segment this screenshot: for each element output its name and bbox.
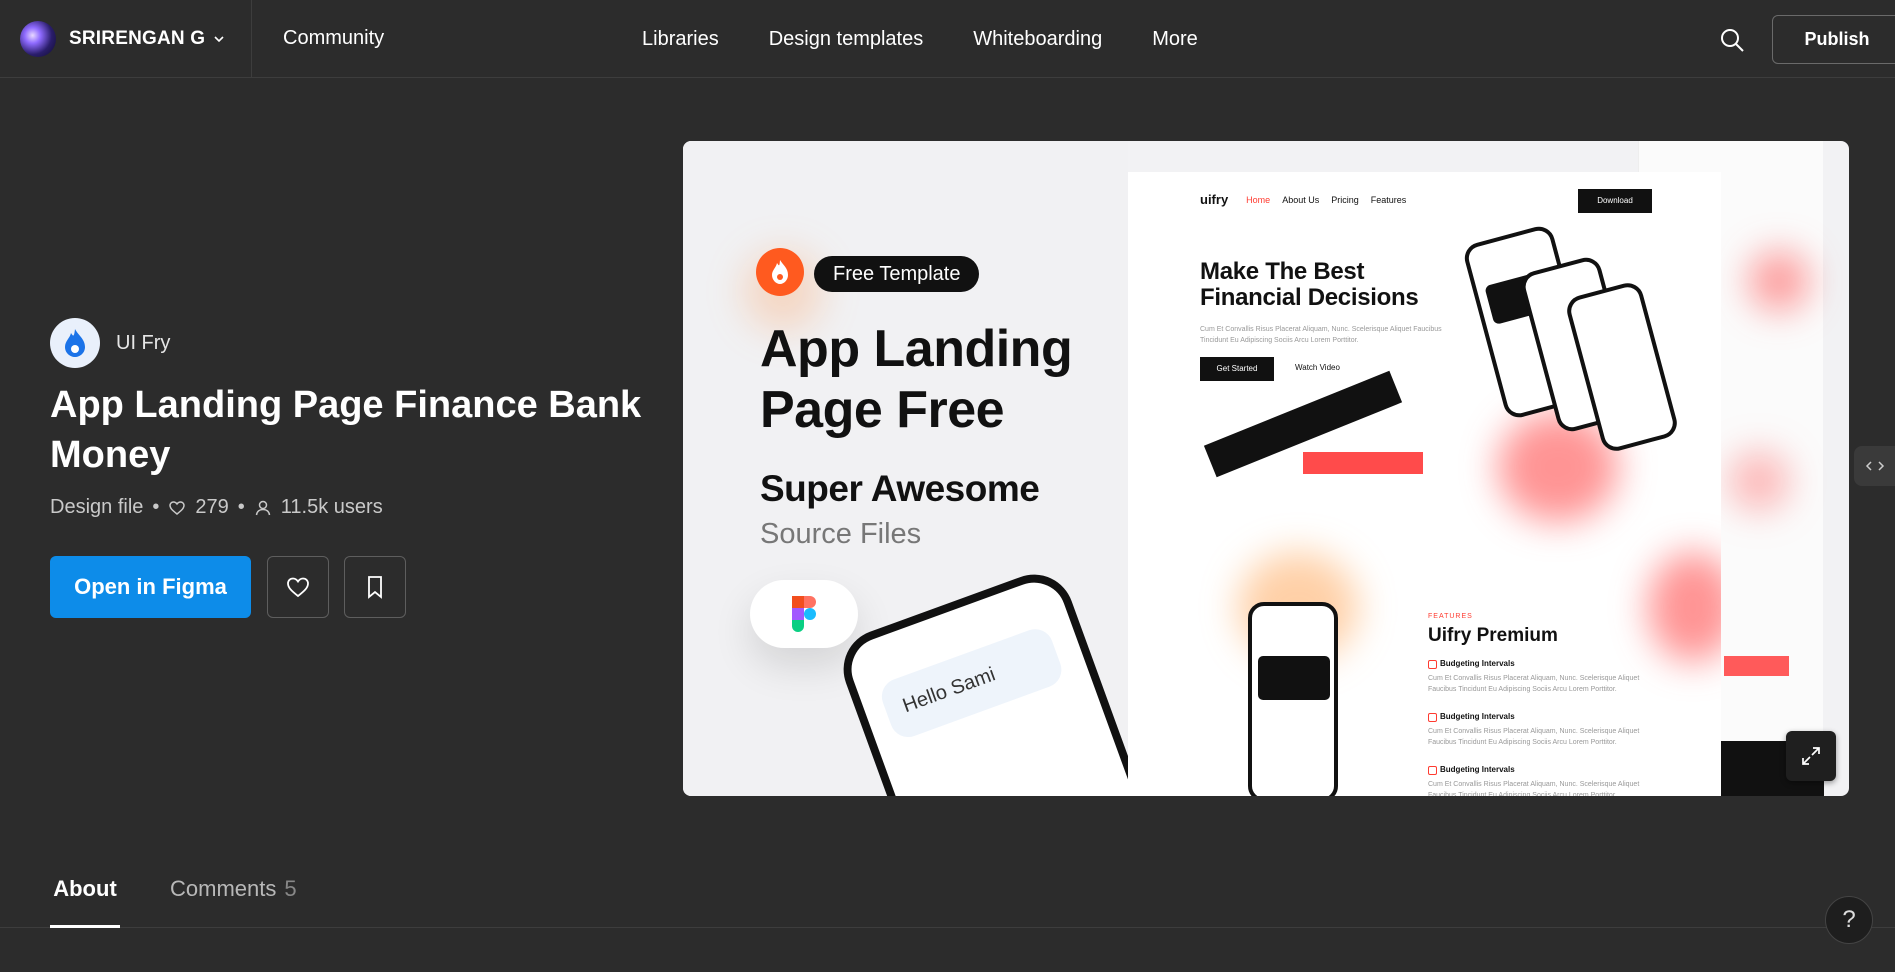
nav-libraries-link[interactable]: Libraries — [642, 28, 719, 51]
users-count: 11.5k users — [280, 496, 383, 518]
feature-item: Budgeting Intervals Cum Et Convallis Ris… — [1428, 712, 1668, 748]
author-logo — [50, 318, 100, 368]
top-nav: SRIRENGAN G Community Libraries Design t… — [0, 0, 1895, 78]
site-logo: uifry — [1200, 192, 1229, 207]
expand-preview-button[interactable] — [1786, 731, 1836, 781]
tab-comments-label: Comments — [170, 876, 277, 901]
flame-icon — [756, 248, 804, 296]
help-button[interactable]: ? — [1825, 896, 1873, 944]
tab-about[interactable]: About — [50, 876, 120, 928]
file-preview[interactable]: Free Template App Landing Page Free Supe… — [683, 141, 1849, 796]
features-title: Uifry Premium — [1428, 625, 1558, 646]
decor-glow — [1749, 251, 1809, 311]
site-hero-title: Make The Best Financial Decisions — [1200, 258, 1419, 311]
account-name: SRIRENGAN G — [69, 27, 206, 49]
free-template-badge: Free Template — [814, 256, 980, 292]
site-hero-text: Cum Et Convallis Risus Placerat Aliquam,… — [1200, 326, 1442, 344]
feature-item: Budgeting Intervals Cum Et Convallis Ris… — [1428, 765, 1668, 796]
feature-desc: Cum Et Convallis Risus Placerat Aliquam,… — [1428, 781, 1640, 796]
flame-icon — [65, 329, 85, 357]
feature-desc: Cum Et Convallis Risus Placerat Aliquam,… — [1428, 728, 1640, 746]
feature-title: Budgeting Intervals — [1428, 659, 1668, 669]
file-type: Design file — [50, 496, 144, 518]
file-title: App Landing Page Finance Bank Money — [50, 384, 642, 476]
decor-glow — [1729, 451, 1789, 511]
nav-links: Libraries Design templates Whiteboarding… — [642, 0, 1248, 78]
feature-item: Budgeting Intervals Cum Et Convallis Ris… — [1428, 659, 1668, 695]
cover-subtext: Source Files — [760, 518, 922, 550]
nav-more-link[interactable]: More — [1152, 28, 1198, 51]
site-nav-about: About Us — [1282, 194, 1320, 205]
decor-ribbon — [1303, 452, 1423, 474]
preview-landing-page: uifry Home About Us Pricing Features Dow… — [1128, 172, 1721, 796]
phone-mockup: Hello Sami — [832, 563, 1154, 796]
features-tag: FEATURES — [1428, 613, 1473, 620]
meta-separator: • — [152, 496, 160, 518]
site-download-button: Download — [1578, 189, 1652, 213]
site-nav-features: Features — [1370, 194, 1407, 205]
heart-icon — [169, 500, 186, 515]
publish-button[interactable]: Publish — [1772, 15, 1895, 64]
code-icon — [1865, 461, 1884, 471]
meta-separator: • — [237, 496, 245, 518]
cover-headline: App Landing Page Free — [760, 320, 1073, 439]
author-info[interactable]: UI Fry — [50, 318, 170, 368]
bookmark-icon — [368, 576, 382, 599]
preview-cover: Free Template App Landing Page Free Supe… — [683, 141, 1154, 796]
user-icon — [255, 500, 271, 515]
tab-comments[interactable]: Comments 5 — [170, 876, 297, 928]
site-watch-video: Watch Video — [1295, 363, 1340, 372]
expand-icon — [1802, 747, 1820, 765]
hello-text: Hello Sami — [899, 663, 999, 718]
site-get-started: Get Started — [1200, 357, 1274, 381]
nav-whiteboarding-link[interactable]: Whiteboarding — [973, 28, 1102, 51]
heart-icon — [287, 577, 309, 598]
phone-mockup — [1248, 602, 1338, 796]
nav-design-templates-link[interactable]: Design templates — [769, 28, 924, 51]
author-name: UI Fry — [116, 331, 171, 354]
bookmark-button[interactable] — [344, 556, 406, 618]
hello-card: Hello Sami — [876, 624, 1067, 743]
decor-block — [1724, 656, 1789, 676]
file-meta: Design file • 279 • 11.5k users — [50, 496, 383, 519]
feature-desc: Cum Et Convallis Risus Placerat Aliquam,… — [1428, 675, 1640, 693]
search-icon[interactable] — [1718, 26, 1746, 54]
comments-count: 5 — [284, 876, 297, 901]
account-avatar — [20, 20, 56, 57]
chevron-down-icon — [214, 35, 224, 42]
likes-count: 279 — [195, 496, 229, 518]
side-panel-toggle[interactable] — [1854, 446, 1895, 486]
like-button[interactable] — [267, 556, 329, 618]
decor-glow — [1648, 552, 1721, 662]
account-switcher[interactable]: SRIRENGAN G — [0, 0, 252, 78]
feature-title: Budgeting Intervals — [1428, 712, 1668, 722]
site-nav: uifry Home About Us Pricing Features — [1200, 192, 1418, 207]
nav-community-link[interactable]: Community — [283, 27, 384, 50]
figma-icon — [750, 580, 858, 648]
site-nav-home: Home — [1246, 194, 1271, 205]
feature-title: Budgeting Intervals — [1428, 765, 1668, 775]
site-nav-pricing: Pricing — [1331, 194, 1359, 205]
open-in-figma-button[interactable]: Open in Figma — [50, 556, 251, 618]
cover-subheadline: Super Awesome — [760, 468, 1040, 509]
content-tabs: About Comments 5 — [0, 860, 1895, 928]
card-mockup — [1258, 656, 1330, 700]
